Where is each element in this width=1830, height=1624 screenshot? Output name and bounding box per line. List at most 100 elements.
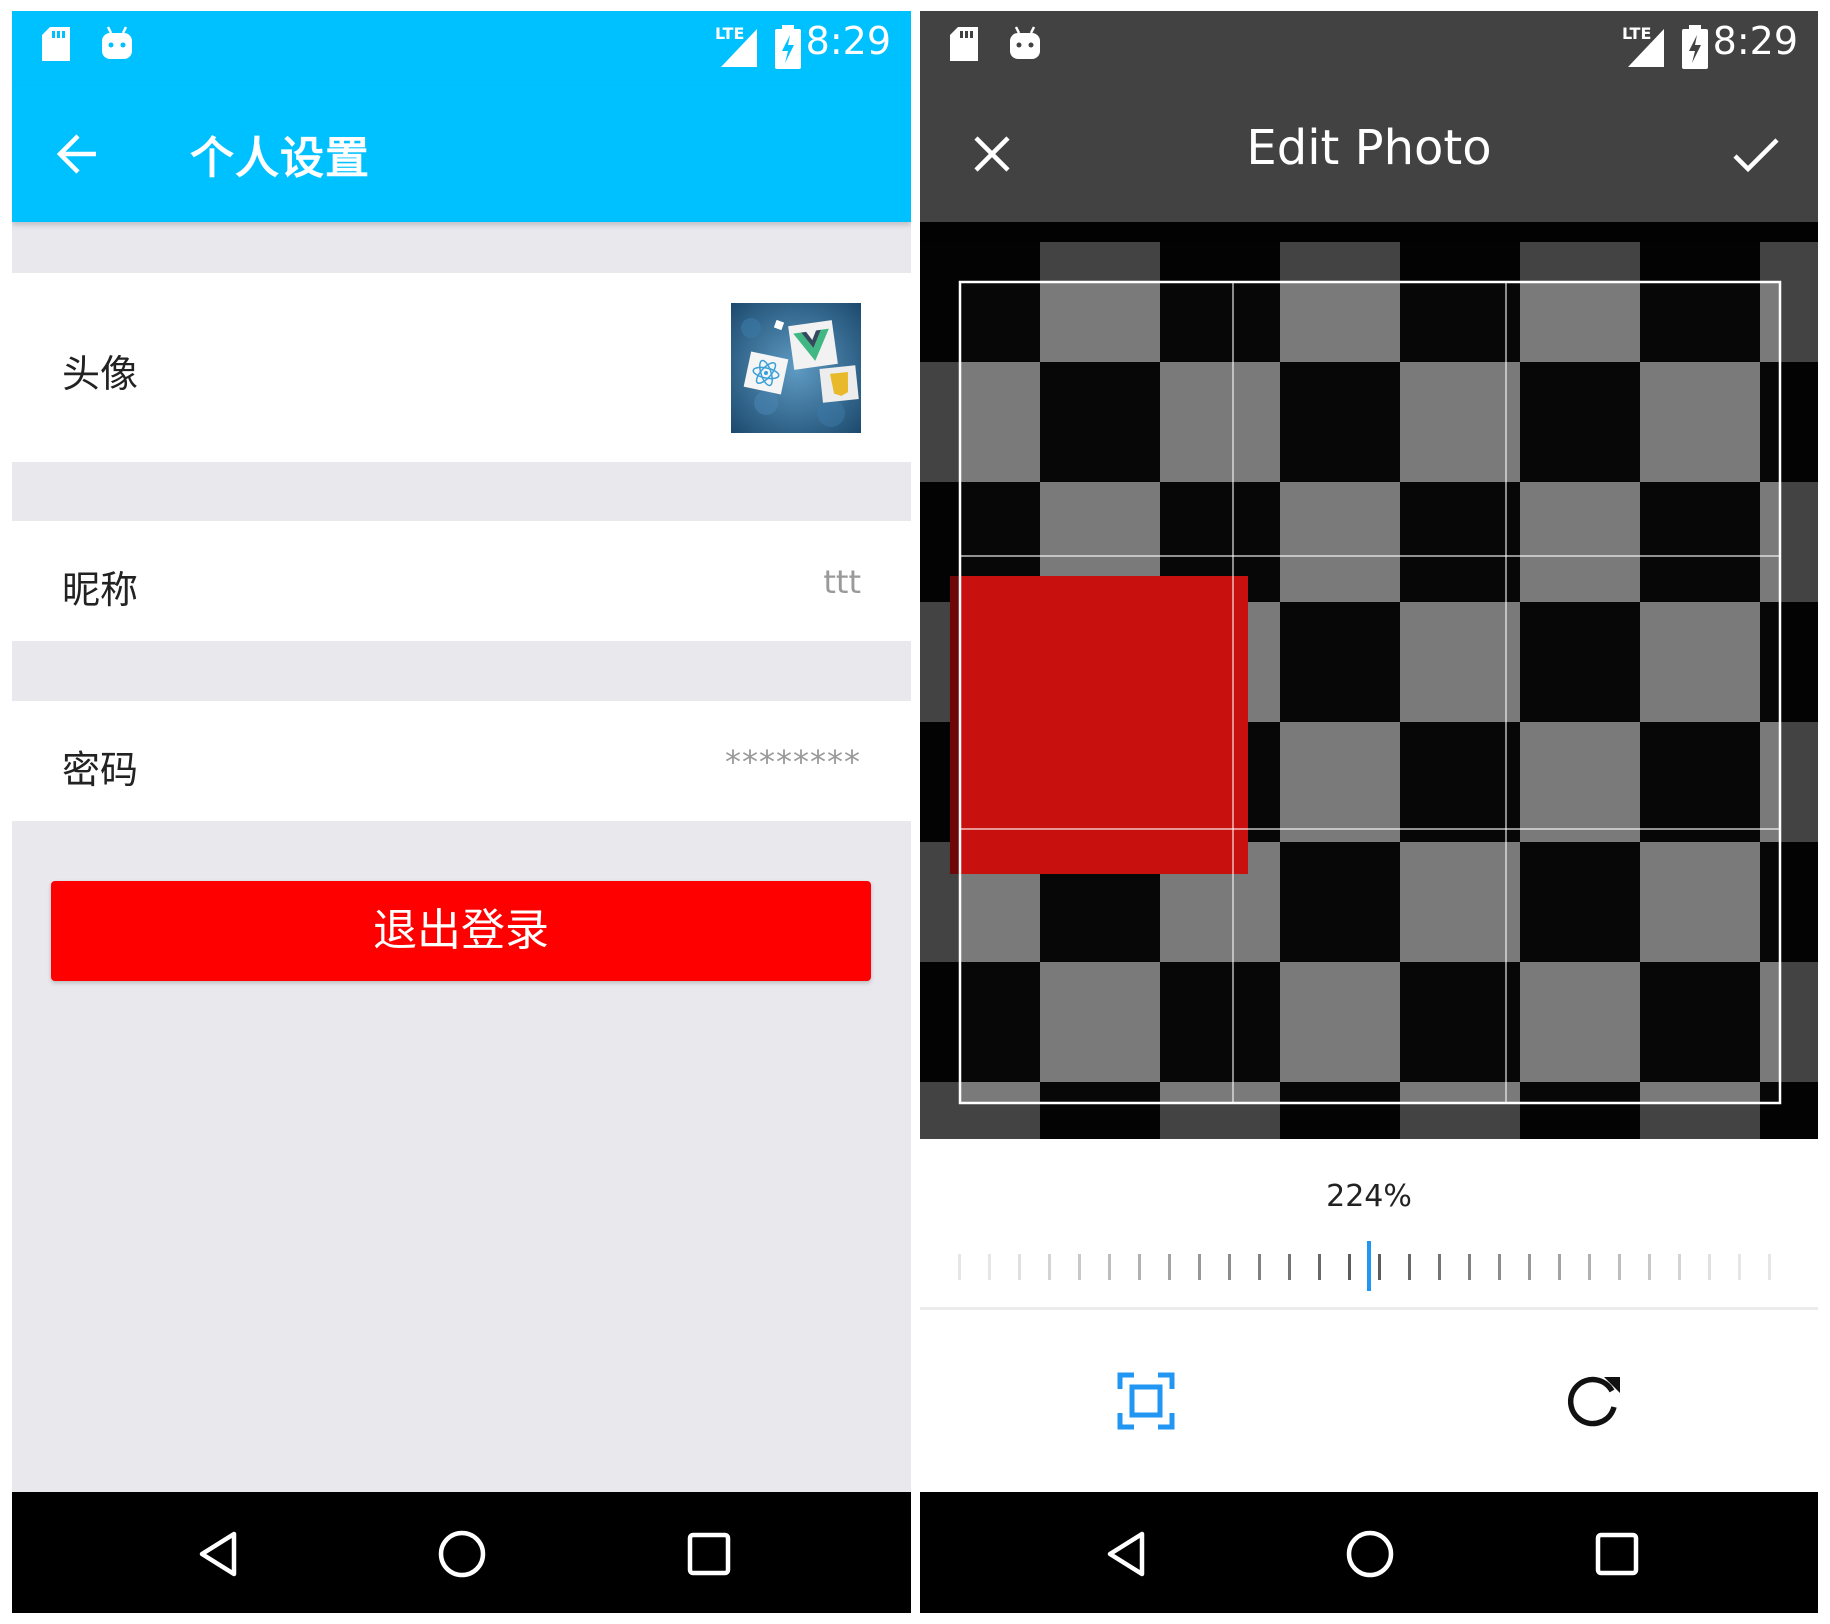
checker-cell <box>1520 962 1640 1082</box>
status-time: 8:29 <box>1712 19 1798 63</box>
ruler-tick <box>1408 1254 1411 1280</box>
checker-cell <box>1280 842 1400 962</box>
avatar-row[interactable]: 头像 <box>12 273 911 462</box>
nav-bar <box>12 1492 911 1613</box>
back-triangle-icon[interactable] <box>192 1526 248 1582</box>
ruler-tick <box>1618 1254 1621 1280</box>
checker-cell <box>1640 362 1760 482</box>
checker-cell <box>1400 482 1520 602</box>
checker-cell <box>1160 362 1280 482</box>
crop-canvas[interactable] <box>920 222 1818 1139</box>
ruler-tick <box>1258 1254 1261 1280</box>
ruler-tick <box>1438 1254 1441 1280</box>
recents-square-icon[interactable] <box>1589 1526 1645 1582</box>
ruler-tick <box>1558 1254 1561 1280</box>
ruler-tick <box>1678 1254 1681 1280</box>
checker-cell <box>1640 482 1760 602</box>
settings-screen: LTE 8:29 个人设置 头像 昵称 ttt 密码 ******** 退出登录 <box>12 11 911 1613</box>
rotate-icon[interactable] <box>1564 1369 1624 1429</box>
ruler-tick <box>1498 1254 1501 1280</box>
ruler-ticks <box>958 1254 1771 1280</box>
svg-text:LTE: LTE <box>715 24 744 43</box>
signal-icon: LTE <box>1622 24 1664 67</box>
checker-cell <box>1400 602 1520 722</box>
aspect-ratio-icon[interactable] <box>1116 1371 1176 1431</box>
avatar[interactable] <box>731 303 861 433</box>
ruler-tick <box>1468 1254 1471 1280</box>
app-bar: 个人设置 <box>12 86 911 222</box>
ruler-tick <box>1348 1254 1351 1280</box>
status-time: 8:29 <box>805 19 891 63</box>
ruler-tick <box>958 1254 961 1280</box>
nickname-row[interactable]: 昵称 ttt <box>12 521 911 641</box>
home-circle-icon[interactable] <box>1342 1526 1398 1582</box>
divider <box>920 1307 1818 1310</box>
ruler-tick <box>1708 1254 1711 1280</box>
password-label: 密码 <box>62 748 139 792</box>
checker-cell <box>1280 602 1400 722</box>
android-debug-icon <box>102 26 132 59</box>
checker-cell <box>1280 482 1400 602</box>
ruler-tick <box>1318 1254 1321 1280</box>
back-triangle-icon[interactable] <box>1100 1526 1156 1582</box>
checker-cell <box>1400 362 1520 482</box>
ruler-tick <box>1648 1254 1651 1280</box>
checker-cell <box>1280 962 1400 1082</box>
checker-cell <box>1400 722 1520 842</box>
ruler-tick <box>1228 1254 1231 1280</box>
battery-charging-icon <box>1682 25 1708 69</box>
password-value: ******** <box>725 743 861 781</box>
nickname-label: 昵称 <box>62 568 139 612</box>
checker-cell <box>1400 962 1520 1082</box>
checker-cell <box>1640 722 1760 842</box>
sd-card-icon <box>950 27 978 61</box>
ruler-tick <box>1108 1254 1111 1280</box>
battery-charging-icon <box>775 25 801 69</box>
ruler-tick <box>1168 1254 1171 1280</box>
ruler-tick <box>1138 1254 1141 1280</box>
android-debug-icon <box>1010 26 1040 59</box>
signal-icon: LTE <box>715 24 757 67</box>
nav-bar <box>920 1492 1818 1613</box>
zoom-ruler[interactable] <box>920 1239 1818 1299</box>
checker-cell <box>1400 842 1520 962</box>
ruler-indicator <box>1367 1241 1371 1291</box>
checker-cell <box>1160 962 1280 1082</box>
checker-cell <box>1520 842 1640 962</box>
ruler-tick <box>1588 1254 1591 1280</box>
checker-cell <box>1520 602 1640 722</box>
recents-square-icon[interactable] <box>681 1526 737 1582</box>
home-circle-icon[interactable] <box>434 1526 490 1582</box>
edit-photo-screen: LTE 8:29 Edit Photo 224% <box>920 11 1818 1613</box>
nickname-value: ttt <box>823 563 861 601</box>
checker-cell <box>1640 962 1760 1082</box>
ruler-tick <box>1078 1254 1081 1280</box>
ruler-tick <box>1198 1254 1201 1280</box>
ruler-tick <box>1048 1254 1051 1280</box>
sd-card-icon <box>42 27 70 61</box>
ruler-tick <box>1288 1254 1291 1280</box>
arrow-left-icon[interactable] <box>50 126 106 182</box>
check-icon[interactable] <box>1730 130 1782 178</box>
password-row[interactable]: 密码 ******** <box>12 701 911 821</box>
status-bar: LTE 8:29 <box>920 11 1818 86</box>
ruler-tick <box>1378 1254 1381 1280</box>
avatar-label: 头像 <box>62 352 139 396</box>
checker-cell <box>1040 962 1160 1082</box>
checker-cell <box>1040 362 1160 482</box>
ruler-tick <box>1528 1254 1531 1280</box>
checker-cell <box>1520 482 1640 602</box>
checker-cell <box>1520 362 1640 482</box>
page-title: 个人设置 <box>190 133 370 184</box>
ruler-tick <box>1738 1254 1741 1280</box>
status-bar: LTE 8:29 <box>12 11 911 86</box>
logout-button[interactable]: 退出登录 <box>51 881 871 981</box>
page-title: Edit Photo <box>1246 120 1492 176</box>
checker-cell <box>1280 362 1400 482</box>
checker-cell <box>1640 602 1760 722</box>
checker-cell <box>1520 722 1640 842</box>
svg-text:LTE: LTE <box>1622 24 1651 43</box>
checker-cell <box>1640 842 1760 962</box>
app-bar: Edit Photo <box>920 86 1818 222</box>
zoom-percent: 224% <box>1326 1179 1412 1214</box>
